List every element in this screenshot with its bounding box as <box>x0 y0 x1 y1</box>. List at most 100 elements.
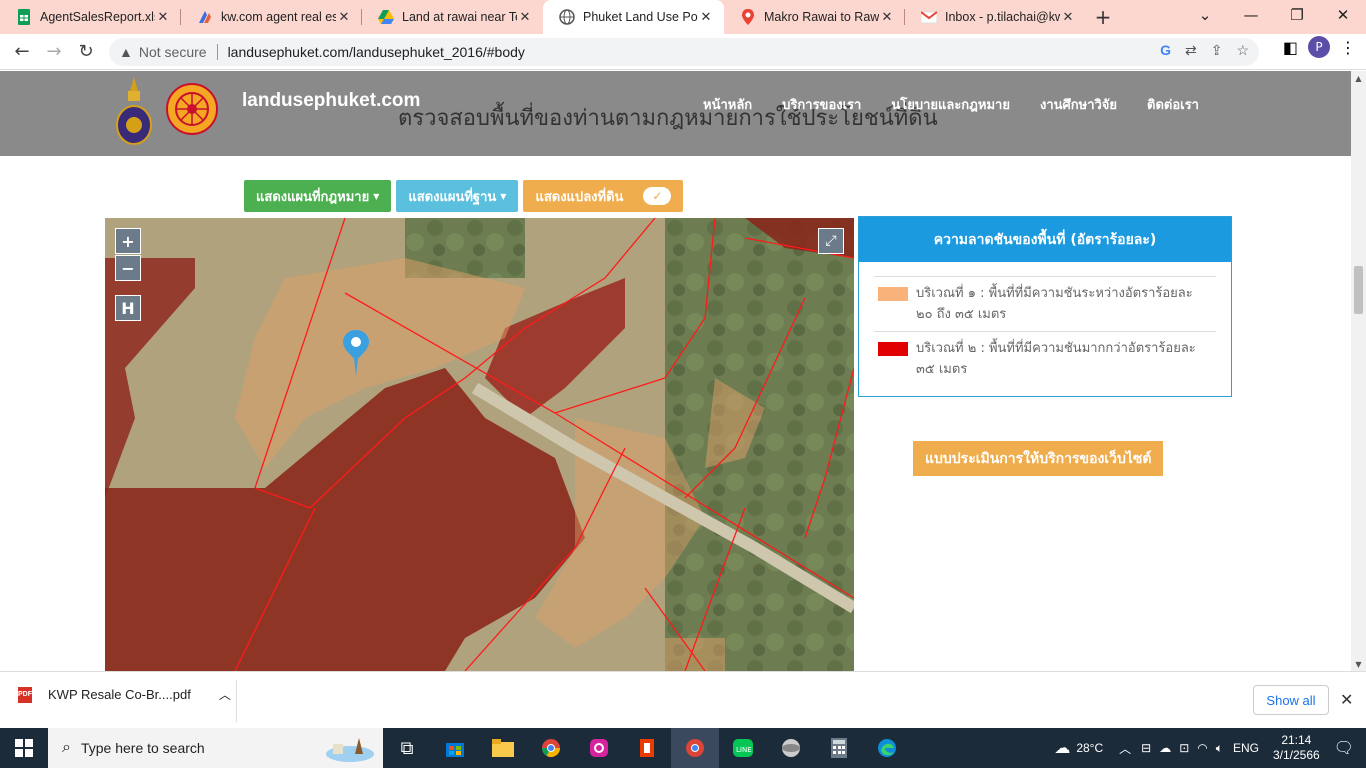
download-filename[interactable]: KWP Resale Co-Br....pdf <box>48 687 191 702</box>
pdf-icon: PDF <box>18 686 32 703</box>
restore-button[interactable]: ❐ <box>1274 0 1320 30</box>
maps-icon <box>740 9 756 25</box>
zoom-out-button[interactable]: − <box>115 255 141 281</box>
store-icon[interactable] <box>431 728 479 768</box>
check-toggle-icon[interactable]: ✓ <box>643 187 672 205</box>
translate-icon[interactable]: ⇄ <box>1185 42 1197 59</box>
task-view-icon[interactable]: ⧉ <box>383 728 431 768</box>
location-pin-icon[interactable] <box>343 330 369 378</box>
bookmark-star-icon[interactable]: ☆ <box>1236 42 1249 59</box>
app-disk-icon[interactable] <box>767 728 815 768</box>
forward-icon[interactable]: → <box>38 36 70 68</box>
windows-start-icon[interactable] <box>0 728 48 768</box>
show-all-button[interactable]: Show all <box>1253 685 1329 715</box>
url-text[interactable]: landusephuket.com/landusephuket_2016/#bo… <box>228 44 525 60</box>
tab-label: Inbox - p.tilachai@kw <box>945 10 1060 24</box>
close-icon[interactable]: ✕ <box>1340 690 1353 709</box>
fullscreen-button[interactable]: ⤢ <box>818 228 844 254</box>
device-icon[interactable]: ⊡ <box>1179 741 1189 755</box>
parcels-toggle-button[interactable]: แสดงแปลงที่ดิน ✓ <box>523 180 684 212</box>
edge-icon[interactable] <box>863 728 911 768</box>
tab-kw-agent[interactable]: kw.com agent real esta ✕ <box>181 0 362 34</box>
scroll-down-icon[interactable]: ▼ <box>1351 657 1366 671</box>
sheets-icon <box>16 9 32 25</box>
nav-policy-law[interactable]: นโยบายและกฎหมาย <box>891 94 1010 115</box>
chevron-up-icon[interactable]: ︿ <box>219 686 231 703</box>
security-status[interactable]: Not secure <box>139 44 207 60</box>
clock-date: 3/1/2566 <box>1272 748 1320 762</box>
tab-close-icon[interactable]: ✕ <box>155 10 171 25</box>
nav-home[interactable]: หน้าหลัก <box>703 94 752 115</box>
tab-close-icon[interactable]: ✕ <box>1060 10 1076 25</box>
calculator-icon[interactable] <box>815 728 863 768</box>
legend-swatch <box>878 342 908 356</box>
tab-close-icon[interactable]: ✕ <box>879 10 895 25</box>
map-canvas[interactable] <box>105 218 854 671</box>
new-tab-button[interactable]: + <box>1086 0 1120 34</box>
notification-icon[interactable]: 🗨︎ <box>1334 738 1354 758</box>
tab-label: Phuket Land Use Polic <box>583 10 698 24</box>
legend-swatch <box>878 287 908 301</box>
tab-close-icon[interactable]: ✕ <box>517 10 533 25</box>
tab-close-icon[interactable]: ✕ <box>698 10 714 25</box>
law-map-dropdown[interactable]: แสดงแผนที่กฎหมาย ▼ <box>244 180 392 212</box>
menu-icon[interactable]: ⋮ <box>1340 38 1356 57</box>
tab-makro-rawai[interactable]: Makro Rawai to Rawai ✕ <box>724 0 905 34</box>
wifi-icon[interactable]: ◠ <box>1197 741 1207 755</box>
google-icon[interactable]: G <box>1160 42 1171 59</box>
line-app-icon[interactable]: LINE <box>719 728 767 768</box>
warning-icon[interactable]: ▲ <box>119 44 133 60</box>
clock[interactable]: 21:14 3/1/2566 <box>1273 733 1320 763</box>
nav-services[interactable]: บริการของเรา <box>782 94 861 115</box>
tab-label: kw.com agent real esta <box>221 10 336 24</box>
onedrive-cloud-icon[interactable]: ☁ <box>1159 741 1171 755</box>
address-bar[interactable]: ▲ Not secure landusephuket.com/landuseph… <box>109 38 1259 66</box>
office-icon[interactable] <box>623 728 671 768</box>
scroll-up-icon[interactable]: ▲ <box>1351 71 1366 85</box>
nav-research[interactable]: งานศึกษาวิจัย <box>1040 94 1117 115</box>
input-language[interactable]: ENG <box>1233 741 1259 755</box>
profile-avatar[interactable]: P <box>1308 36 1330 58</box>
close-window-button[interactable]: ✕ <box>1320 0 1366 30</box>
land-use-map[interactable]: + − H ⤢ <box>105 218 854 671</box>
side-panel-icon[interactable]: ◧ <box>1283 38 1298 57</box>
reload-icon[interactable]: ↻ <box>70 36 102 68</box>
back-icon[interactable]: ← <box>6 36 38 68</box>
taskbar: ⌕ Type here to search ⧉ LINE ☁ 28°C ︿ ⊟ … <box>0 728 1366 768</box>
site-brand[interactable]: landusephuket.com <box>242 90 420 112</box>
tab-close-icon[interactable]: ✕ <box>336 10 352 25</box>
share-icon[interactable]: ⇪ <box>1211 42 1223 59</box>
legend-item-zone1: บริเวณที่ ๑ : พื้นที่ที่มีความชันระหว่าง… <box>874 276 1216 331</box>
minimize-button[interactable]: — <box>1228 0 1274 30</box>
file-explorer-icon[interactable] <box>479 728 527 768</box>
page-scrollbar[interactable]: ▲ ▼ <box>1351 71 1366 671</box>
base-map-dropdown[interactable]: แสดงแผนที่ฐาน ▼ <box>396 180 519 212</box>
taskbar-search[interactable]: ⌕ Type here to search <box>48 728 383 768</box>
downloads-bar: PDF KWP Resale Co-Br....pdf ︿ Show all ✕ <box>0 671 1366 728</box>
zoom-in-button[interactable]: + <box>115 228 141 254</box>
home-extent-button[interactable]: H <box>115 295 141 321</box>
weather-cloud-icon[interactable]: ☁ <box>1054 738 1070 758</box>
svg-text:LINE: LINE <box>736 746 752 754</box>
weather-temp[interactable]: 28°C <box>1076 741 1103 755</box>
download-item[interactable]: PDF KWP Resale Co-Br....pdf ︿ <box>18 686 231 703</box>
chrome-icon[interactable] <box>527 728 575 768</box>
nav-contact[interactable]: ติดต่อเรา <box>1147 94 1199 115</box>
chevron-up-icon[interactable]: ︿ <box>1119 740 1131 757</box>
tab-search-button[interactable]: ⌄ <box>1182 0 1228 30</box>
site-header: landusephuket.com ตรวจสอบพื้นที่ของท่านต… <box>0 71 1351 156</box>
survey-button[interactable]: แบบประเมินการให้บริการของเว็บไซต์ <box>913 441 1164 476</box>
law-map-label: แสดงแผนที่กฎหมาย <box>256 189 370 205</box>
tab-phuket-land-use[interactable]: Phuket Land Use Polic ✕ <box>543 0 724 34</box>
tab-agent-sales-report[interactable]: AgentSalesReport.xlsx ✕ <box>0 0 181 34</box>
dharma-wheel-logo <box>166 83 218 135</box>
scroll-thumb[interactable] <box>1354 266 1363 314</box>
network-drive-icon[interactable]: ⊟ <box>1141 741 1151 755</box>
map-layer-buttons: แสดงแผนที่กฎหมาย ▼ แสดงแผนที่ฐาน ▼ แสดงแปล… <box>244 180 684 212</box>
chrome-profile-icon[interactable] <box>671 728 719 768</box>
system-tray: ☁ 28°C ︿ ⊟ ☁ ⊡ ◠ 🔈︎ ENG 21:14 3/1/2566 🗨… <box>1054 728 1366 768</box>
tab-gmail-inbox[interactable]: Inbox - p.tilachai@kw ✕ <box>905 0 1086 34</box>
instagram-icon[interactable] <box>575 728 623 768</box>
volume-icon[interactable]: 🔈︎ <box>1216 741 1223 756</box>
tab-land-rawai[interactable]: Land at rawai near Tem ✕ <box>362 0 543 34</box>
